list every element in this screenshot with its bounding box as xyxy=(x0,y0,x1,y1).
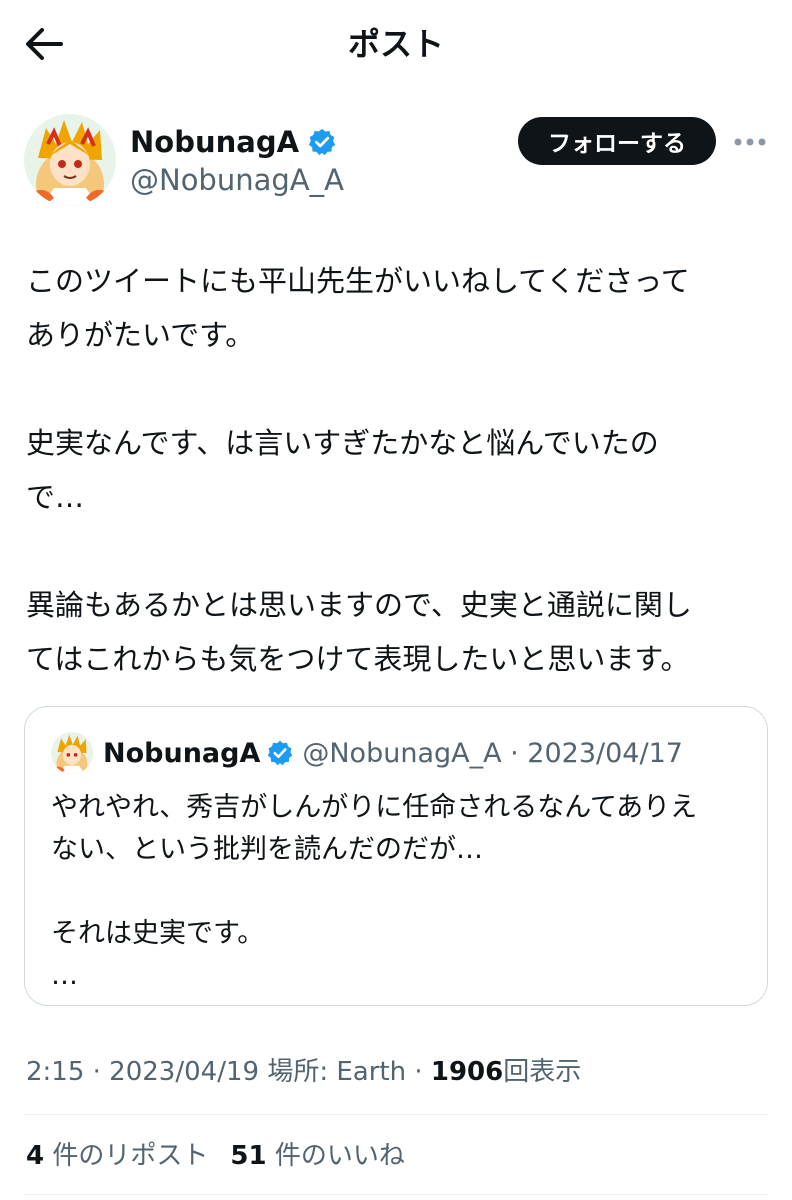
more-options-button[interactable] xyxy=(730,122,770,162)
tweet-text: このツイートにも平山先生がいいねしてくださって ありがたいです。 史実なんです、… xyxy=(26,254,772,686)
avatar[interactable] xyxy=(24,114,116,206)
author-row: NobunagA @NobunagA_A フォローする xyxy=(24,112,768,208)
author-handle[interactable]: @NobunagA_A xyxy=(130,162,344,198)
author-name-row[interactable]: NobunagA xyxy=(130,122,337,162)
more-horizontal-icon xyxy=(734,138,766,146)
verified-badge-icon xyxy=(268,740,293,766)
quoted-avatar xyxy=(51,732,93,774)
author-display-name: NobunagA xyxy=(130,125,300,159)
tweet-meta-row: 2:15 · 2023/04/19 場所: Earth · 1906回表示 xyxy=(26,1052,581,1092)
verified-badge-icon xyxy=(308,128,336,156)
engagement-stats: 4 件のリポスト 51 件のいいね xyxy=(26,1136,405,1176)
tweet-paragraph: このツイートにも平山先生がいいねしてくださって ありがたいです。 xyxy=(26,264,690,352)
divider xyxy=(24,1114,768,1115)
follow-button[interactable]: フォローする xyxy=(518,117,716,165)
avatar-image xyxy=(51,732,93,774)
reposts-label: 件のリポスト xyxy=(52,1141,209,1171)
likes-label: 件のいいね xyxy=(274,1141,405,1171)
quoted-tweet-text: やれやれ、秀吉がしんがりに任命されるなんてありえ ない、という批判を読んだのだが… xyxy=(51,792,698,991)
tweet-location: 場所: Earth · xyxy=(267,1057,423,1087)
quoted-tweet-card[interactable]: NobunagA @NobunagA_A · 2023/04/17 やれやれ、秀… xyxy=(24,706,768,1006)
reposts-stat[interactable]: 4 件のリポスト xyxy=(26,1136,208,1176)
reposts-count: 4 xyxy=(26,1141,45,1171)
quoted-handle-date: @NobunagA_A · 2023/04/17 xyxy=(302,737,683,769)
quoted-display-name: NobunagA xyxy=(103,737,261,769)
tweet-paragraph: 史実なんです、は言いすぎたかなと悩んでいたの で… xyxy=(26,426,659,514)
avatar-image xyxy=(24,114,116,206)
quoted-tweet-header: NobunagA @NobunagA_A · 2023/04/17 xyxy=(51,731,683,775)
page-title: ポスト xyxy=(347,25,444,63)
tweet-paragraph: 異論もあるかとは思いますので、史実と通説に関し てはこれからも気をつけて表現した… xyxy=(26,588,692,676)
divider xyxy=(24,1194,768,1195)
views-label: 回表示 xyxy=(503,1057,582,1087)
likes-stat[interactable]: 51 件のいいね xyxy=(230,1136,404,1176)
tweet-timestamp[interactable]: 2:15 · 2023/04/19 xyxy=(26,1057,259,1087)
top-bar: ポスト xyxy=(0,0,792,92)
views-count: 1906 xyxy=(430,1057,504,1087)
likes-count: 51 xyxy=(230,1141,267,1171)
